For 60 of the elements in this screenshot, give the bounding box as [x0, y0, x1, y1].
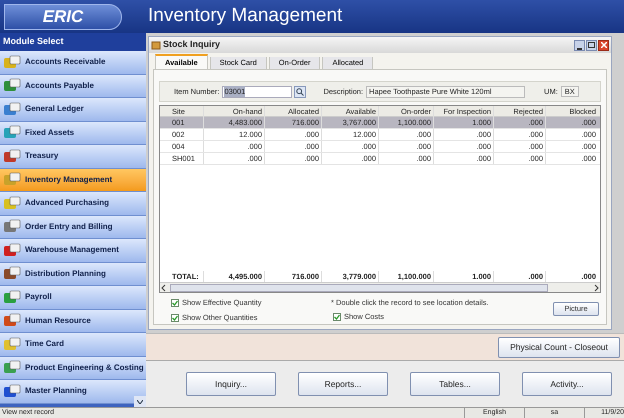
module-icon	[3, 266, 21, 282]
module-icon	[3, 313, 21, 328]
module-item[interactable]: Treasury	[0, 145, 146, 168]
close-button[interactable]	[598, 40, 609, 50]
scroll-right-icon	[592, 284, 600, 292]
module-button[interactable]: Inquiry...	[186, 372, 276, 396]
check-icon	[172, 314, 178, 321]
module-item[interactable]: Advanced Purchasing	[0, 192, 146, 216]
app-title: Inventory Management	[148, 4, 342, 28]
module-icon	[3, 336, 21, 352]
module-item[interactable]: Inventory Management	[0, 168, 146, 192]
horizontal-scrollbar[interactable]	[160, 282, 600, 292]
chevron-down-icon	[137, 400, 143, 404]
module-icon	[3, 102, 21, 117]
module-icon	[3, 196, 21, 211]
module-item[interactable]: Payroll	[0, 286, 146, 310]
module-item[interactable]: Product Engineering & Costing	[0, 356, 146, 380]
module-icon	[3, 148, 21, 164]
module-icon	[3, 360, 21, 376]
module-item[interactable]: Warehouse Management	[0, 239, 146, 262]
module-icon	[3, 242, 21, 258]
search-button[interactable]	[294, 86, 306, 98]
module-icon	[3, 172, 21, 188]
module-item[interactable]: Accounts Receivable	[0, 51, 146, 74]
checkbox[interactable]	[333, 312, 341, 321]
module-button[interactable]: Tables...	[410, 372, 500, 396]
module-item[interactable]: General Ledger	[0, 98, 146, 122]
window-title: Stock Inquiry	[163, 38, 220, 52]
module-icon	[3, 78, 21, 94]
module-item[interactable]: Human Resource	[0, 310, 146, 333]
checkbox[interactable]	[171, 298, 179, 307]
scrollbar-thumb[interactable]	[170, 284, 548, 292]
module-button[interactable]: Activity...	[522, 372, 612, 396]
close-icon	[600, 42, 606, 48]
module-item[interactable]: Time Card	[0, 333, 146, 356]
search-icon	[296, 88, 304, 96]
module-item[interactable]: Master Planning	[0, 380, 146, 404]
module-item[interactable]: Accounts Payable	[0, 74, 146, 98]
module-icon	[3, 384, 21, 399]
module-icon	[3, 219, 21, 234]
module-item[interactable]: Fixed Assets	[0, 122, 146, 145]
checkbox[interactable]	[171, 314, 179, 322]
box-icon	[151, 40, 161, 50]
module-icon	[3, 54, 21, 70]
closeout-button[interactable]: Physical Count - Closeout	[498, 336, 620, 358]
module-button[interactable]: Reports...	[298, 372, 388, 396]
scroll-down-button[interactable]	[134, 396, 146, 407]
scroll-left-icon	[160, 284, 168, 292]
check-icon	[334, 314, 340, 320]
maximize-button[interactable]	[586, 40, 597, 50]
module-item[interactable]: Distribution Planning	[0, 262, 146, 286]
minimize-icon	[577, 48, 582, 50]
module-icon	[3, 125, 21, 140]
module-item[interactable]: Order Entry and Billing	[0, 216, 146, 239]
maximize-icon	[588, 42, 595, 48]
check-icon	[172, 300, 178, 306]
minimize-button[interactable]	[574, 40, 585, 50]
sidebar-title: Module Select	[3, 35, 64, 48]
module-icon	[3, 290, 21, 305]
logo-text: ERIC	[42, 6, 84, 28]
